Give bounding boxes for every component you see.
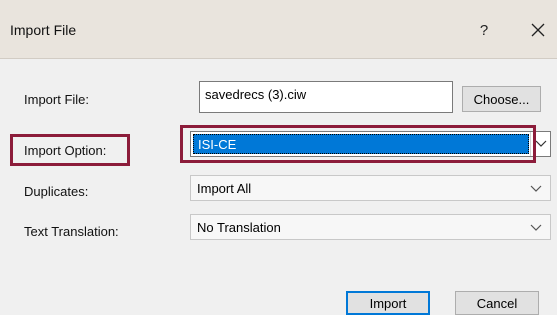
text-translation-label: Text Translation: [24, 224, 119, 239]
text-translation-value: No Translation [197, 219, 281, 235]
text-translation-select[interactable]: No Translation [190, 214, 551, 240]
close-icon [531, 23, 545, 37]
chevron-down-icon [530, 185, 542, 192]
import-option-select-highlight [180, 125, 536, 163]
duplicates-select[interactable]: Import All [190, 175, 551, 201]
help-button[interactable]: ? [468, 16, 500, 44]
import-file-label: Import File: [24, 92, 90, 107]
title-bar: Import File ? [0, 0, 557, 59]
close-button[interactable] [522, 16, 554, 44]
choose-button[interactable]: Choose... [462, 86, 541, 112]
window-title: Import File [10, 22, 77, 38]
import-file-value: savedrecs (3).ciw [205, 87, 307, 102]
chevron-down-icon [530, 224, 542, 231]
import-button[interactable]: Import [346, 291, 430, 315]
chevron-down-icon [535, 140, 546, 147]
cancel-button[interactable]: Cancel [455, 291, 539, 315]
duplicates-value: Import All [197, 180, 252, 196]
import-option-label-highlight [10, 134, 130, 166]
duplicates-label: Duplicates: [24, 184, 89, 199]
import-file-input[interactable]: savedrecs (3).ciw [199, 81, 453, 113]
